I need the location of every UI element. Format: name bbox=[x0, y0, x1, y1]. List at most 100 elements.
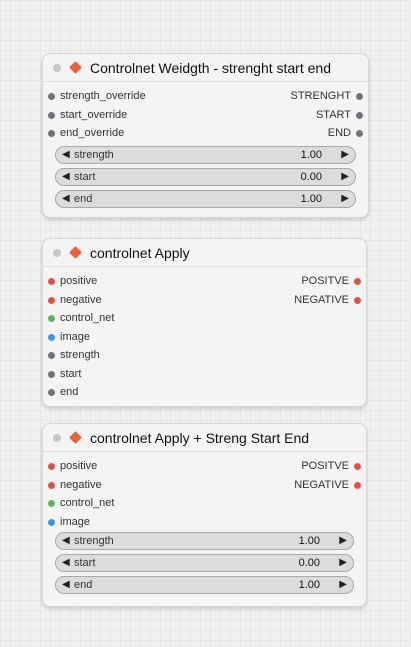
start-widget[interactable]: ◀ start 0.00 ▶ bbox=[55, 167, 356, 186]
output-slot-negative[interactable] bbox=[354, 296, 361, 304]
widget-value: 0.00 bbox=[298, 557, 320, 569]
node-header[interactable]: controlnet Apply bbox=[43, 239, 366, 267]
widget-label: strength bbox=[74, 148, 114, 161]
input-slot-control-net[interactable] bbox=[48, 500, 55, 507]
widget-value: 0.00 bbox=[300, 170, 322, 183]
slot-row: strength bbox=[43, 347, 366, 366]
widget-label: start bbox=[74, 557, 96, 569]
decrement-arrow-icon[interactable]: ◀ bbox=[62, 149, 70, 160]
output-slot-end[interactable] bbox=[356, 130, 363, 137]
input-label: negative bbox=[60, 478, 102, 491]
strength-widget[interactable]: ◀ strength 1.00 ▶ bbox=[55, 145, 356, 164]
end-widget[interactable]: ◀ end 1.00 ▶ bbox=[55, 576, 354, 594]
decrement-arrow-icon[interactable]: ◀ bbox=[62, 557, 70, 568]
start-widget[interactable]: ◀ start 0.00 ▶ bbox=[55, 554, 354, 572]
slot-row: end bbox=[43, 384, 366, 403]
input-slot-strength[interactable] bbox=[48, 352, 55, 359]
input-slot-image[interactable] bbox=[48, 333, 55, 341]
node-type-icon bbox=[69, 246, 82, 259]
collapse-toggle-icon[interactable] bbox=[53, 433, 61, 442]
slot-row: positive POSITVE bbox=[43, 273, 366, 292]
decrement-arrow-icon[interactable]: ◀ bbox=[62, 535, 70, 546]
slot-row: image bbox=[43, 514, 366, 533]
input-label: image bbox=[60, 330, 90, 343]
node-title: controlnet Apply + Streng Start End bbox=[90, 429, 310, 446]
node-header[interactable]: Controlnet Weidgth - strenght start end bbox=[43, 54, 368, 82]
output-label: START bbox=[315, 108, 351, 121]
strength-widget[interactable]: ◀ strength 1.00 ▶ bbox=[55, 532, 354, 550]
end-widget[interactable]: ◀ end 1.00 ▶ bbox=[55, 189, 356, 208]
decrement-arrow-icon[interactable]: ◀ bbox=[62, 193, 70, 204]
node-title: Controlnet Weidgth - strenght start end bbox=[90, 59, 331, 76]
slot-row: start bbox=[43, 366, 366, 385]
node-type-icon bbox=[69, 431, 82, 444]
output-slot-positive[interactable] bbox=[354, 463, 361, 470]
input-slot-image[interactable] bbox=[48, 518, 55, 526]
input-slot-end-override[interactable] bbox=[48, 130, 55, 137]
controlnet-apply-node[interactable]: controlnet Apply positive POSITVE negati… bbox=[42, 238, 367, 407]
output-label: POSITVE bbox=[301, 275, 349, 287]
input-slot-start-override[interactable] bbox=[48, 111, 55, 119]
input-label: start_override bbox=[60, 108, 128, 121]
widget-label: end bbox=[74, 192, 93, 205]
input-label: positive bbox=[60, 275, 98, 287]
widget-label: start bbox=[74, 170, 96, 183]
increment-arrow-icon[interactable]: ▶ bbox=[339, 579, 347, 590]
input-label: positive bbox=[60, 460, 98, 472]
widget-label: strength bbox=[74, 535, 114, 547]
output-slot-negative[interactable] bbox=[354, 481, 361, 489]
slot-row: control_net bbox=[43, 310, 366, 329]
input-slot-start[interactable] bbox=[48, 370, 55, 378]
decrement-arrow-icon[interactable]: ◀ bbox=[62, 579, 70, 590]
input-slot-strength-override[interactable] bbox=[48, 93, 55, 100]
slot-row: end_override END bbox=[43, 125, 368, 144]
input-label: start bbox=[60, 367, 82, 380]
slot-row: negative NEGATIVE bbox=[43, 477, 366, 496]
collapse-toggle-icon[interactable] bbox=[53, 248, 61, 257]
node-title: controlnet Apply bbox=[90, 244, 190, 261]
slot-row: image bbox=[43, 329, 366, 348]
output-label: END bbox=[327, 127, 351, 139]
increment-arrow-icon[interactable]: ▶ bbox=[339, 535, 347, 546]
input-label: end_override bbox=[60, 127, 125, 139]
output-slot-start[interactable] bbox=[356, 111, 363, 119]
input-label: negative bbox=[60, 293, 102, 306]
input-slot-end[interactable] bbox=[48, 389, 55, 396]
slot-row: control_net bbox=[43, 495, 366, 514]
input-slot-negative[interactable] bbox=[48, 481, 55, 489]
increment-arrow-icon[interactable]: ▶ bbox=[341, 149, 349, 160]
output-label: STRENGHT bbox=[290, 90, 352, 102]
output-label: POSITVE bbox=[301, 460, 349, 472]
input-label: strength_override bbox=[60, 90, 146, 102]
slot-row: positive POSITVE bbox=[43, 458, 366, 477]
input-label: end bbox=[60, 386, 79, 398]
decrement-arrow-icon[interactable]: ◀ bbox=[62, 171, 70, 182]
input-slot-control-net[interactable] bbox=[48, 315, 55, 322]
input-slot-positive[interactable] bbox=[48, 463, 55, 470]
input-label: image bbox=[60, 515, 90, 528]
increment-arrow-icon[interactable]: ▶ bbox=[341, 193, 349, 204]
widget-value: 1.00 bbox=[298, 535, 320, 547]
collapse-toggle-icon[interactable] bbox=[53, 63, 61, 72]
output-label: NEGATIVE bbox=[294, 293, 349, 306]
controlnet-weight-node[interactable]: Controlnet Weidgth - strenght start end … bbox=[42, 53, 369, 218]
widget-label: end bbox=[74, 579, 93, 591]
input-label: control_net bbox=[60, 312, 115, 324]
node-header[interactable]: controlnet Apply + Streng Start End bbox=[43, 424, 366, 452]
node-type-icon bbox=[69, 61, 82, 74]
input-label: strength bbox=[60, 349, 100, 361]
output-slot-strenght[interactable] bbox=[356, 93, 363, 100]
increment-arrow-icon[interactable]: ▶ bbox=[339, 557, 347, 568]
slot-row: negative NEGATIVE bbox=[43, 292, 366, 311]
input-label: control_net bbox=[60, 497, 115, 509]
increment-arrow-icon[interactable]: ▶ bbox=[341, 171, 349, 182]
output-label: NEGATIVE bbox=[294, 478, 349, 491]
input-slot-negative[interactable] bbox=[48, 296, 55, 304]
output-slot-positive[interactable] bbox=[354, 278, 361, 285]
slot-row: strength_override STRENGHT bbox=[43, 88, 368, 107]
input-slot-positive[interactable] bbox=[48, 278, 55, 285]
slot-row: start_override START bbox=[43, 107, 368, 126]
controlnet-apply-streng-node[interactable]: controlnet Apply + Streng Start End posi… bbox=[42, 423, 367, 607]
widget-value: 1.00 bbox=[298, 579, 320, 591]
widget-value: 1.00 bbox=[300, 192, 322, 205]
